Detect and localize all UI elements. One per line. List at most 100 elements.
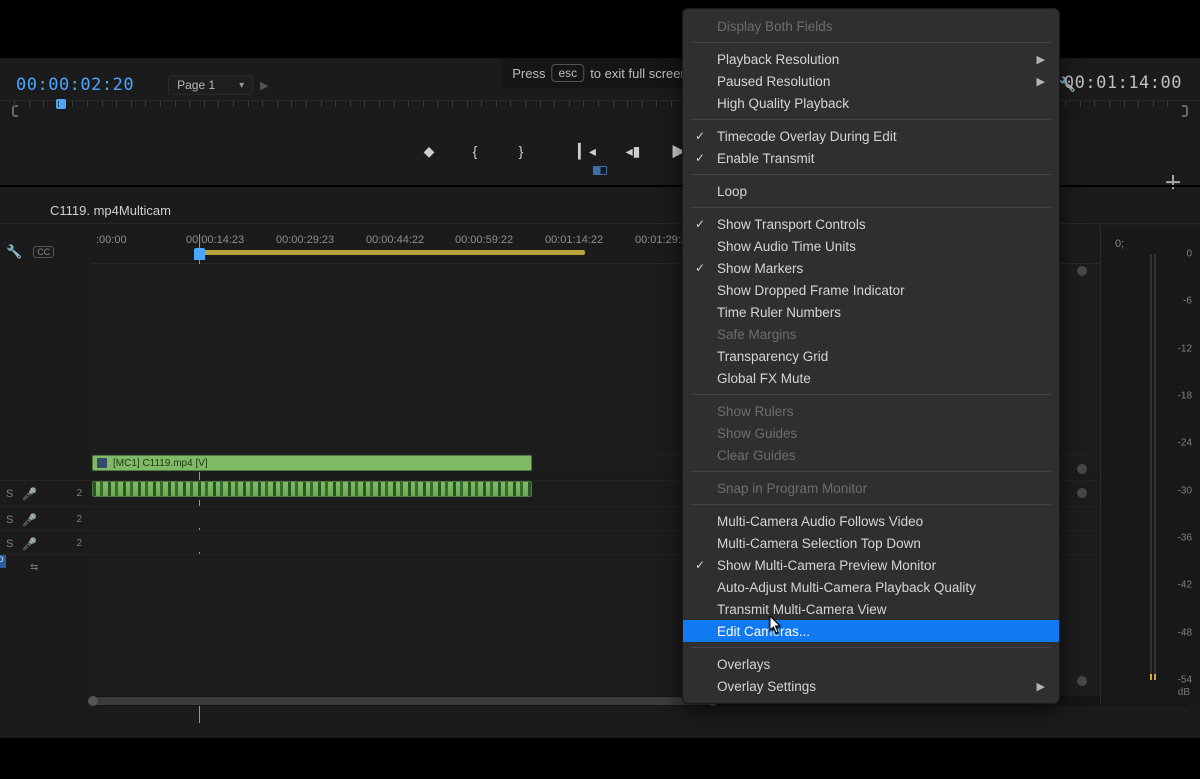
menu-item[interactable]: Global FX Mute [683, 367, 1059, 389]
menu-separator [691, 647, 1051, 648]
menu-item-label: Loop [717, 184, 747, 199]
audio-clip[interactable] [92, 481, 532, 497]
meter-scale-label: -12 [1162, 343, 1192, 354]
expand-icon[interactable]: ⇆ [30, 562, 38, 573]
menu-item[interactable]: Paused Resolution▶ [683, 70, 1059, 92]
marker-button[interactable]: ◆ [420, 142, 438, 160]
submenu-arrow-icon: ▶ [1037, 53, 1045, 66]
submenu-arrow-icon: ▶ [1037, 75, 1045, 88]
video-clip[interactable]: [MC1] C1119.mp4 [V] [92, 455, 532, 471]
audio-track-head[interactable]: S 🎤 2 [0, 530, 90, 556]
menu-item[interactable]: Transparency Grid [683, 345, 1059, 367]
menu-item-label: Show Dropped Frame Indicator [717, 283, 905, 298]
menu-item[interactable]: ✓Enable Transmit [683, 147, 1059, 169]
program-timecode[interactable]: 00:01:14:00 [1064, 73, 1182, 93]
menu-item-label: Auto-Adjust Multi-Camera Playback Qualit… [717, 580, 976, 595]
menu-item[interactable]: Overlays [683, 653, 1059, 675]
check-icon: ✓ [695, 129, 705, 143]
menu-item[interactable]: Show Dropped Frame Indicator [683, 279, 1059, 301]
solo-toggle[interactable]: S [6, 538, 13, 550]
menu-item[interactable]: Auto-Adjust Multi-Camera Playback Qualit… [683, 576, 1059, 598]
menu-item[interactable]: Time Ruler Numbers [683, 301, 1059, 323]
add-button[interactable]: ＋ [1164, 169, 1182, 195]
page-dropdown[interactable]: Page 1 ▾ [168, 75, 253, 95]
menu-item[interactable]: Overlay Settings▶ [683, 675, 1059, 697]
ruler-tick-label: 00:00:29:23 [276, 234, 334, 246]
menu-item[interactable]: Loop [683, 180, 1059, 202]
master-track-head[interactable]: ⇆ [0, 554, 90, 580]
fullscreen-hint-prefix: Press [512, 66, 545, 81]
menu-item[interactable]: Playback Resolution ▶ [683, 48, 1059, 70]
meter-level [1154, 674, 1156, 680]
captions-badge[interactable]: CC [33, 246, 54, 258]
mic-icon[interactable]: 🎤 [22, 513, 37, 527]
zoom-handle-left[interactable] [88, 696, 98, 706]
menu-item-label: Safe Margins [717, 327, 797, 342]
menu-item-label: Multi-Camera Selection Top Down [717, 536, 921, 551]
vscroll-knob[interactable] [1077, 464, 1087, 474]
page-dropdown-label: Page 1 [177, 78, 215, 92]
menu-item[interactable]: Show Audio Time Units [683, 235, 1059, 257]
ruler-tick-label: 00:00:14:23 [186, 234, 244, 246]
ruler-tick-label: 00:01:14:22 [545, 234, 603, 246]
menu-item[interactable]: ✓Show Multi-Camera Preview Monitor [683, 554, 1059, 576]
audio-meter[interactable]: 0-6-12-18-24-30-36-42-48-54 [1160, 254, 1192, 680]
menu-item-label: Snap in Program Monitor [717, 481, 867, 496]
hscroll-thumb[interactable] [92, 697, 712, 705]
wrench-icon[interactable]: 🔧 [6, 244, 22, 260]
solo-toggle[interactable]: S [6, 514, 13, 526]
mark-in-button[interactable]: { [466, 142, 484, 160]
program-monitor-context-menu[interactable]: Display Both FieldsPlayback Resolution▶P… [682, 8, 1060, 704]
track-number: 2 [76, 488, 82, 499]
menu-item: Safe Margins [683, 323, 1059, 345]
menu-separator [691, 119, 1051, 120]
menu-item[interactable]: Transmit Multi-Camera View [683, 598, 1059, 620]
vscroll-knob[interactable] [1077, 488, 1087, 498]
menu-item: Show Guides [683, 422, 1059, 444]
work-area-bar[interactable] [199, 250, 585, 255]
menu-item[interactable]: Multi-Camera Selection Top Down [683, 532, 1059, 554]
submenu-arrow-icon: ▶ [1037, 680, 1045, 693]
menu-item[interactable]: High Quality Playback [683, 92, 1059, 114]
menu-item[interactable]: ✓Show Markers [683, 257, 1059, 279]
menu-item[interactable]: ✓ Timecode Overlay During Edit [683, 125, 1059, 147]
menu-separator [691, 504, 1051, 505]
timeline-tools: 🔧 CC [6, 244, 54, 260]
menu-separator [691, 174, 1051, 175]
meter-scale-label: -18 [1162, 390, 1192, 401]
vscroll-knob[interactable] [1077, 676, 1087, 686]
fullscreen-hint: Press esc to exit full screen [502, 58, 697, 88]
loop-indicator[interactable] [593, 166, 607, 175]
meter-channel-bar [1154, 254, 1156, 680]
meter-scale-label: -30 [1162, 485, 1192, 496]
menu-item-label: Transmit Multi-Camera View [717, 602, 887, 617]
menu-item-label: Timecode Overlay During Edit [717, 129, 897, 144]
esc-key-badge: esc [552, 64, 585, 82]
in-bracket-icon[interactable] [12, 105, 18, 117]
menu-item[interactable]: Edit Cameras... [683, 620, 1059, 642]
go-to-in-button[interactable]: ▎◂ [578, 142, 596, 160]
meter-unit-label: dB [1178, 687, 1190, 698]
menu-item-label: Playback Resolution [717, 52, 839, 67]
mic-icon[interactable]: 🎤 [22, 487, 37, 501]
menu-item-label: High Quality Playback [717, 96, 849, 111]
vscroll-knob[interactable] [1077, 266, 1087, 276]
step-back-button[interactable]: ◂▮ [624, 142, 642, 160]
solo-toggle[interactable]: S [6, 488, 13, 500]
out-bracket-icon[interactable] [1182, 105, 1188, 117]
sequence-tab[interactable]: C1119. mp4Multicam [40, 198, 181, 223]
audio-track-head[interactable]: S 🎤 2 [0, 506, 90, 532]
menu-separator [691, 42, 1051, 43]
menu-item-label: Show Guides [717, 426, 797, 441]
source-timecode[interactable]: 00:00:02:20 [16, 75, 134, 95]
timeline-vscroll[interactable] [1076, 264, 1088, 698]
audio-track-head[interactable]: S 🎤 2 [0, 480, 90, 506]
menu-item[interactable]: ✓Show Transport Controls [683, 213, 1059, 235]
mic-icon[interactable]: 🎤 [22, 537, 37, 551]
check-icon: ✓ [695, 151, 705, 165]
ruler-tick-label: 00:00:44:22 [366, 234, 424, 246]
mark-out-button[interactable]: } [512, 142, 530, 160]
menu-item[interactable]: Multi-Camera Audio Follows Video [683, 510, 1059, 532]
menu-item-label: Edit Cameras... [717, 624, 810, 639]
play-small-icon[interactable]: ▶ [260, 79, 268, 92]
